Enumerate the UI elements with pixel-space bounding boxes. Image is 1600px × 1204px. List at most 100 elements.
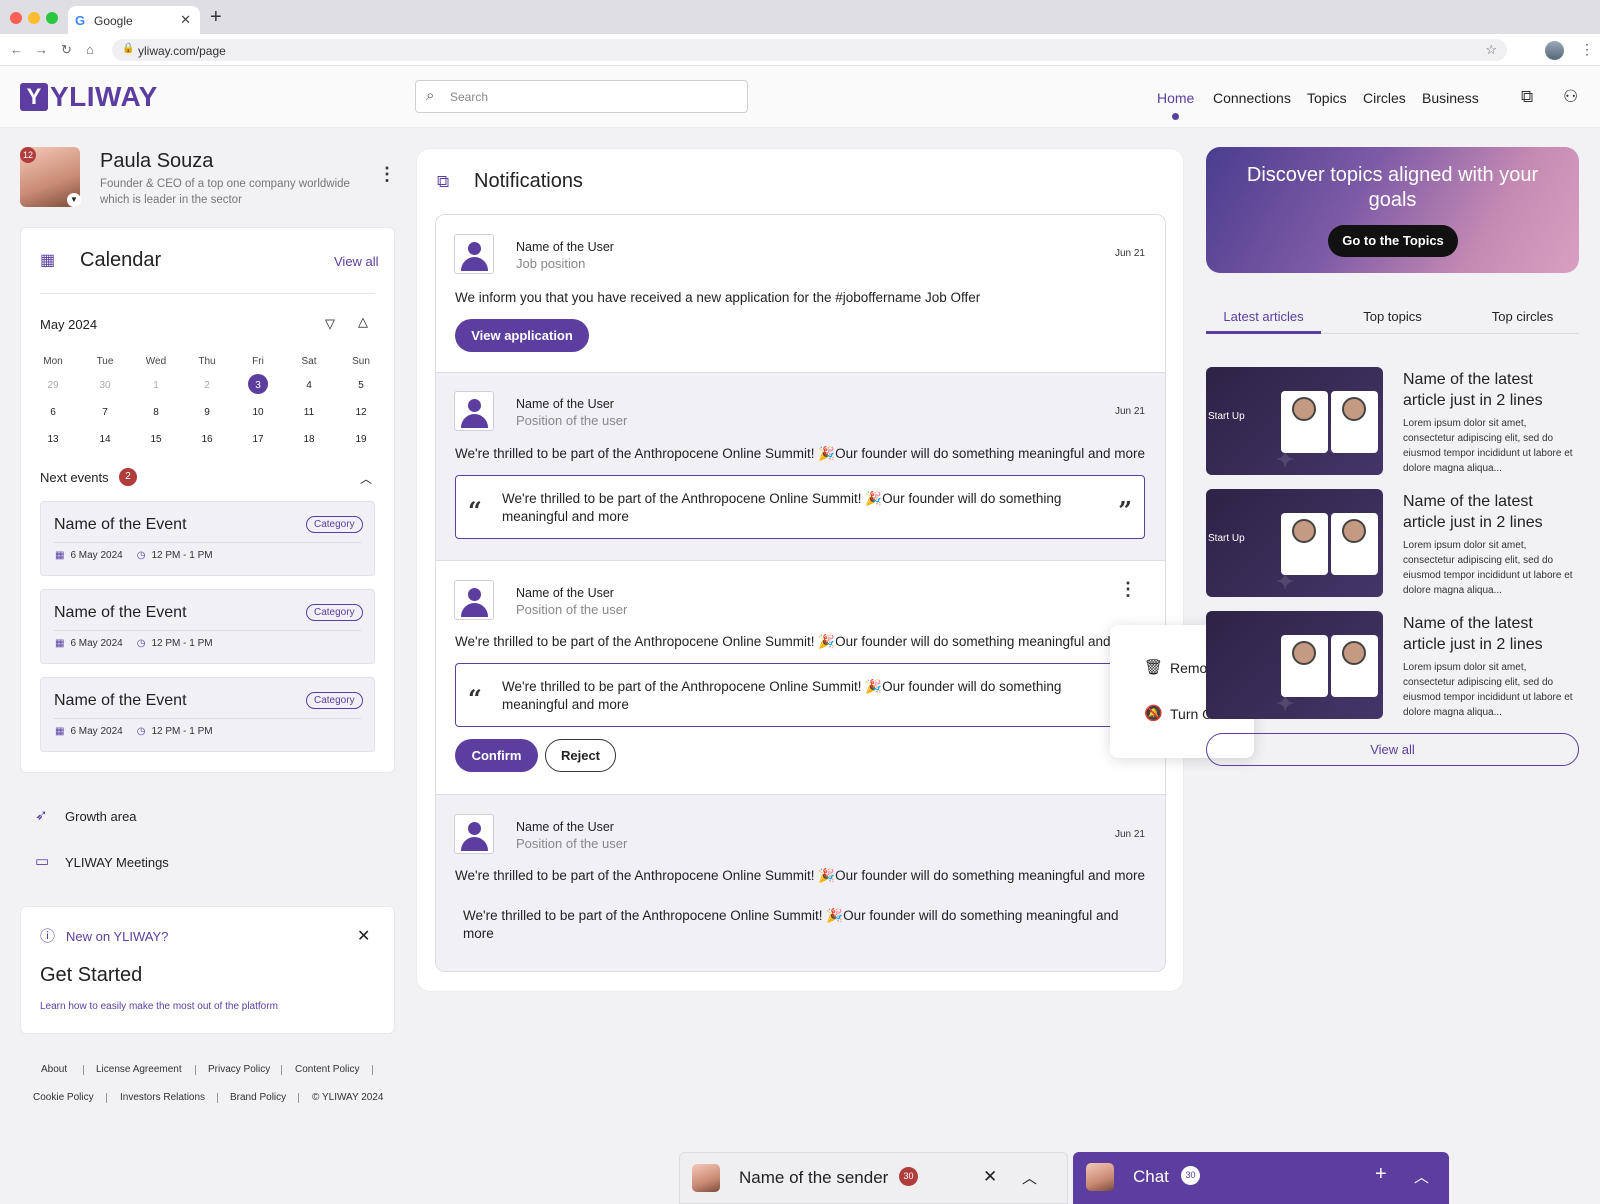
calendar-day[interactable]: 7 <box>90 407 120 418</box>
calendar-day[interactable]: 6 <box>38 407 68 418</box>
notification-more-icon[interactable]: ⋮ <box>1119 579 1137 600</box>
footer-link[interactable]: Investors Relations <box>120 1092 205 1103</box>
browser-menu-icon[interactable]: ⋮ <box>1580 41 1594 58</box>
chevron-up-icon[interactable]: △ <box>358 314 368 330</box>
message-chat-bar[interactable]: Name of the sender 30 ✕ ︿ <box>679 1152 1068 1204</box>
browser-profile-avatar[interactable] <box>1545 41 1564 60</box>
calendar-day[interactable]: 3 <box>243 380 273 391</box>
tab-top-circles[interactable]: Top circles <box>1465 309 1580 324</box>
confirm-button[interactable]: Confirm <box>455 739 538 772</box>
profile-name[interactable]: Paula Souza <box>100 150 213 173</box>
reject-button[interactable]: Reject <box>545 739 616 772</box>
calendar-day[interactable]: 5 <box>346 380 376 391</box>
chevron-down-icon[interactable]: ▽ <box>325 316 335 332</box>
calendar-day[interactable]: 4 <box>294 380 324 391</box>
event-card[interactable]: Name of the Event Category ▦ 6 May 2024 ◷ 12 … <box>40 501 375 576</box>
growth-area-link[interactable]: Growth area <box>65 809 137 824</box>
user-name[interactable]: Name of the User <box>516 397 614 411</box>
yliway-logo[interactable]: Y YLIWAY <box>20 81 158 113</box>
chevron-up-icon[interactable]: ︿ <box>1022 1167 1037 1188</box>
yliway-meetings-link[interactable]: YLIWAY Meetings <box>65 855 169 870</box>
footer-link[interactable]: License Agreement <box>96 1064 182 1075</box>
quoted-post[interactable]: “ We're thrilled to be part of the Anthro… <box>455 663 1145 727</box>
articles-view-all-button[interactable]: View all <box>1206 733 1579 766</box>
footer-link[interactable]: Privacy Policy <box>208 1064 270 1075</box>
home-icon[interactable]: ⌂ <box>86 42 94 57</box>
tab-latest-articles[interactable]: Latest articles <box>1206 309 1321 324</box>
user-avatar[interactable] <box>454 814 494 854</box>
view-application-button[interactable]: View application <box>455 319 589 352</box>
close-icon[interactable]: ✕ <box>357 926 370 946</box>
profile-more-icon[interactable]: ⋮ <box>378 164 396 185</box>
reload-icon[interactable]: ↻ <box>61 42 72 58</box>
article-title[interactable]: Name of the latest article just in 2 lin… <box>1403 369 1573 411</box>
forward-icon[interactable]: → <box>35 42 48 57</box>
footer-separator <box>281 1065 282 1075</box>
new-tab-icon[interactable]: + <box>210 6 222 29</box>
search-input[interactable]: ⌕ Search <box>415 80 748 113</box>
minimize-window-icon[interactable] <box>28 12 40 24</box>
article-title[interactable]: Name of the latest article just in 2 lin… <box>1403 613 1573 655</box>
bell-off-icon: 🔕 <box>1144 705 1163 722</box>
footer-link[interactable]: Content Policy <box>295 1064 359 1075</box>
calendar-day[interactable]: 30 <box>90 380 120 391</box>
close-tab-icon[interactable]: ✕ <box>180 12 191 28</box>
calendar-day[interactable]: 10 <box>243 407 273 418</box>
user-avatar[interactable] <box>454 234 494 274</box>
calendar-day[interactable]: 1 <box>141 380 171 391</box>
nav-circles[interactable]: Circles <box>1363 90 1406 106</box>
article-thumbnail[interactable]: ✦ <box>1206 611 1383 719</box>
user-avatar[interactable] <box>454 580 494 620</box>
url-field[interactable]: 🔒 yliway.com/page ☆ <box>112 39 1507 61</box>
footer-link[interactable]: About <box>41 1064 67 1075</box>
back-icon[interactable]: ← <box>10 42 23 57</box>
calendar-day[interactable]: 2 <box>192 380 222 391</box>
article-thumbnail[interactable]: Start Up ✦ <box>1206 489 1383 597</box>
calendar-day[interactable]: 19 <box>346 434 376 445</box>
nav-business[interactable]: Business <box>1422 90 1479 106</box>
user-avatar[interactable] <box>454 391 494 431</box>
close-icon[interactable]: ✕ <box>983 1167 997 1187</box>
nav-topics[interactable]: Topics <box>1307 90 1347 106</box>
chat-bar[interactable]: Chat 30 + ︿ <box>1073 1152 1449 1204</box>
article-title[interactable]: Name of the latest article just in 2 lin… <box>1403 491 1573 533</box>
get-started-title[interactable]: Get Started <box>40 964 142 987</box>
event-card[interactable]: Name of the Event Category ▦ 6 May 2024 ◷ 12 … <box>40 589 375 664</box>
calendar-day[interactable]: 9 <box>192 407 222 418</box>
calendar-day[interactable]: 17 <box>243 434 273 445</box>
event-card[interactable]: Name of the Event Category ▦ 6 May 2024 ◷ 12 … <box>40 677 375 752</box>
collapse-events-icon[interactable]: ︿ <box>360 470 372 487</box>
nav-connections[interactable]: Connections <box>1213 90 1291 106</box>
calendar-view-all-link[interactable]: View all <box>334 254 379 269</box>
tab-top-topics[interactable]: Top topics <box>1335 309 1450 324</box>
avatar-dropdown-icon[interactable]: ▼ <box>67 193 81 207</box>
calendar-day[interactable]: 16 <box>192 434 222 445</box>
calendar-day[interactable]: 11 <box>294 407 324 418</box>
plus-icon[interactable]: + <box>1375 1163 1387 1186</box>
quoted-post[interactable]: “ We're thrilled to be part of the Anthro… <box>455 475 1145 539</box>
article-thumbnail[interactable]: Start Up ✦ <box>1206 367 1383 475</box>
calendar-day[interactable]: 13 <box>38 434 68 445</box>
calendar-day[interactable]: 15 <box>141 434 171 445</box>
user-name[interactable]: Name of the User <box>516 586 614 600</box>
close-window-icon[interactable] <box>10 12 22 24</box>
footer-link[interactable]: © YLIWAY 2024 <box>312 1092 383 1103</box>
nav-home[interactable]: Home <box>1157 90 1194 106</box>
footer-link[interactable]: Cookie Policy <box>33 1092 94 1103</box>
calendar-day[interactable]: 29 <box>38 380 68 391</box>
calendar-day[interactable]: 18 <box>294 434 324 445</box>
notifications-icon[interactable]: ⧉ <box>1521 87 1533 107</box>
calendar-day[interactable]: 14 <box>90 434 120 445</box>
chevron-up-icon[interactable]: ︿ <box>1414 1166 1429 1187</box>
bookmark-star-icon[interactable]: ☆ <box>1485 42 1497 58</box>
maximize-window-icon[interactable] <box>46 12 58 24</box>
get-started-description[interactable]: Learn how to easily make the most out of… <box>40 1001 278 1012</box>
calendar-day[interactable]: 12 <box>346 407 376 418</box>
user-settings-icon[interactable]: ⚇ <box>1563 87 1578 107</box>
user-name[interactable]: Name of the User <box>516 240 614 254</box>
footer-link[interactable]: Brand Policy <box>230 1092 286 1103</box>
go-to-topics-button[interactable]: Go to the Topics <box>1328 225 1458 257</box>
calendar-day[interactable]: 8 <box>141 407 171 418</box>
browser-tab[interactable]: G Google ✕ <box>68 6 200 34</box>
user-name[interactable]: Name of the User <box>516 820 614 834</box>
